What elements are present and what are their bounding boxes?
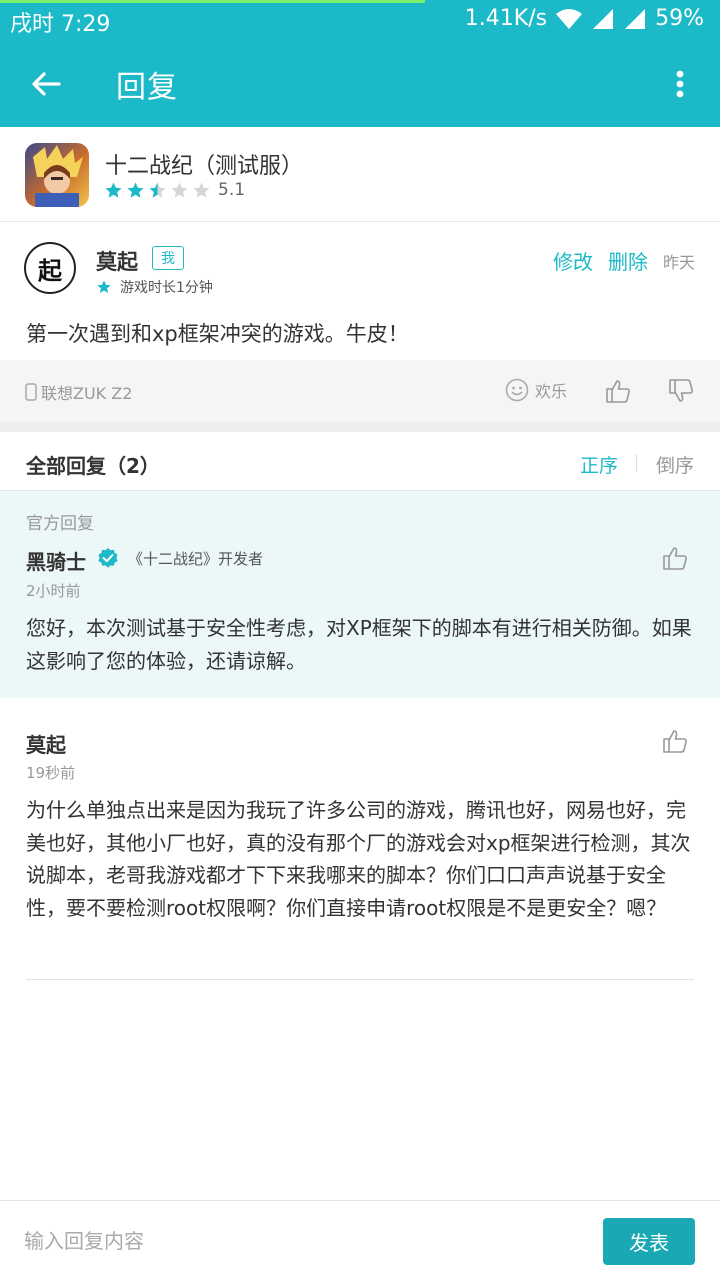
- game-icon[interactable]: [25, 143, 89, 207]
- review-card: 起 莫起 我 游戏时长1分钟 修改 删除 昨天 第一次遇到和xp框架冲突的游戏。…: [0, 222, 720, 360]
- phone-icon: [25, 383, 37, 401]
- battery-level: 59%: [655, 6, 704, 31]
- section-divider: [0, 422, 720, 432]
- signal-icon-2: [623, 8, 647, 30]
- app-toolbar: 回复: [0, 40, 720, 127]
- thumb-up-icon: [606, 380, 630, 403]
- reply-input-bar: 发表: [0, 1200, 720, 1280]
- status-bar: 戌时 7:29 1.41K/s 59%: [0, 0, 720, 40]
- review-footer: 联想ZUK Z2 欢乐: [0, 360, 720, 422]
- device-info: 联想ZUK Z2: [25, 380, 132, 404]
- more-vert-icon: [676, 70, 684, 98]
- back-arrow-icon: [32, 72, 61, 96]
- star-icon: [97, 280, 111, 293]
- playtime-row: 游戏时长1分钟: [96, 277, 213, 297]
- official-reply-time: 2小时前: [26, 582, 81, 600]
- sort-ascending-tab[interactable]: 正序: [580, 451, 618, 478]
- rating-star-icon: [149, 182, 166, 198]
- rating-star-icon: [105, 182, 122, 198]
- user-reply-time: 19秒前: [26, 764, 76, 782]
- net-speed: 1.41K/s: [464, 6, 548, 31]
- rating-star-icon: [193, 182, 210, 198]
- official-reply-label: 官方回复: [26, 514, 94, 534]
- review-author-name[interactable]: 莫起: [96, 246, 138, 276]
- game-info-row[interactable]: 十二战纪（测试服） 5.1: [0, 127, 720, 222]
- status-time: 戌时 7:29: [10, 12, 111, 37]
- back-button[interactable]: [24, 62, 68, 106]
- smile-icon: [505, 378, 529, 402]
- delete-button[interactable]: 删除: [608, 246, 648, 275]
- user-reply-text: 为什么单独点出来是因为我玩了许多公司的游戏，腾讯也好，网易也好，完美也好，其他小…: [26, 798, 691, 920]
- status-indicators: 1.41K/s 59%: [465, 6, 704, 31]
- more-options-button[interactable]: [662, 64, 698, 104]
- game-name[interactable]: 十二战纪（测试服）: [105, 148, 303, 180]
- replies-header: 全部回复（2） 正序 倒序: [0, 432, 720, 491]
- page-title: 回复: [116, 70, 178, 105]
- signal-icon: [591, 8, 615, 30]
- playtime-text: 游戏时长1分钟: [120, 280, 213, 296]
- official-reply-author[interactable]: 黑骑士: [26, 546, 86, 575]
- official-reply: 官方回复 黑骑士 《十二战纪》开发者 2小时前 您好，本次测试基于安全性考虑，对…: [0, 491, 720, 698]
- rating-star-icon: [127, 182, 144, 198]
- thumb-up-icon: [663, 730, 687, 753]
- reply-divider: [26, 979, 694, 980]
- device-name: 联想ZUK Z2: [41, 384, 133, 403]
- rating-star-icon: [171, 182, 188, 198]
- avatar[interactable]: 起: [24, 242, 76, 294]
- wifi-icon: [555, 8, 583, 30]
- page-load-progress: [0, 0, 425, 3]
- user-reply-like-button[interactable]: [662, 728, 688, 758]
- send-button[interactable]: 发表: [603, 1218, 695, 1265]
- reply-input[interactable]: [24, 1221, 584, 1261]
- official-reply-role: 《十二战纪》开发者: [128, 550, 264, 568]
- user-reply: 莫起 19秒前 为什么单独点出来是因为我玩了许多公司的游戏，腾讯也好，网易也好，…: [0, 698, 720, 980]
- sort-descending-tab[interactable]: 倒序: [656, 451, 694, 478]
- verified-icon: [97, 547, 119, 573]
- review-date: 昨天: [663, 253, 696, 272]
- official-reply-text: 您好，本次测试基于安全性考虑，对XP框架下的脚本有进行相关防御。如果这影响了您的…: [26, 616, 692, 673]
- thumb-up-icon: [663, 547, 687, 570]
- emote-label: 欢乐: [535, 382, 568, 401]
- review-text: 第一次遇到和xp框架冲突的游戏。牛皮！: [26, 322, 409, 346]
- thumb-down-icon: [669, 379, 693, 402]
- like-button[interactable]: [605, 378, 631, 408]
- emote-button[interactable]: 欢乐: [505, 378, 567, 402]
- game-score: 5.1: [218, 180, 246, 200]
- dislike-button[interactable]: [668, 378, 694, 408]
- replies-title: 全部回复（2）: [26, 454, 160, 478]
- sort-divider: [636, 454, 637, 472]
- game-rating-stars: [104, 181, 211, 200]
- official-reply-like-button[interactable]: [662, 545, 688, 575]
- me-badge: 我: [152, 246, 184, 270]
- user-reply-author[interactable]: 莫起: [26, 729, 66, 758]
- edit-button[interactable]: 修改: [553, 246, 593, 275]
